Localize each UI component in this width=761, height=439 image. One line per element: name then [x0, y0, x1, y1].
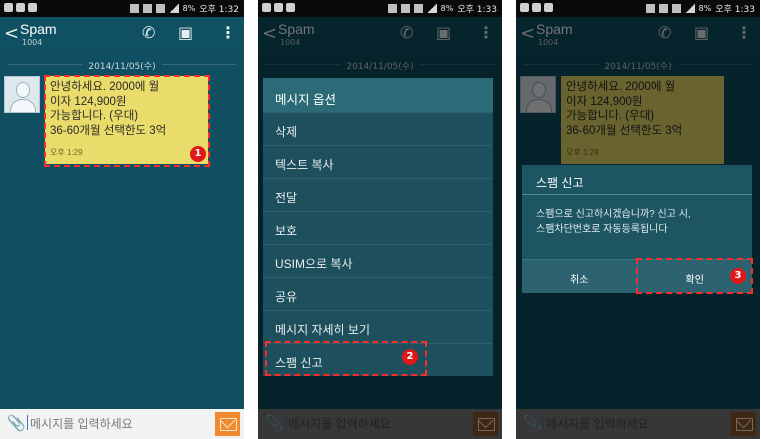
notification-icon [4, 3, 13, 12]
call-icon[interactable]: ✆ [142, 23, 155, 42]
date-divider: 2014/11/05(수) [0, 59, 244, 72]
message-options-menu: 메시지 옵션 삭제 텍스트 복사 전달 보호 USIM으로 복사 공유 메시지 … [263, 78, 493, 376]
dialog-message-line: 스팸차단번호로 자동등록됩니다 [536, 224, 668, 235]
status-bar: 8% 오후 1:33 [516, 0, 760, 17]
image-icon [544, 3, 553, 12]
wifi-icon [413, 4, 423, 13]
menu-item-share[interactable]: 공유 [263, 277, 493, 310]
mute-icon [645, 4, 655, 13]
status-bar: 8% 오후 1:32 [0, 0, 244, 17]
battery-level: 8% [698, 4, 712, 13]
cloud-icon [532, 3, 541, 12]
dialog-message-line: 스팸으로 신고하시겠습니까? 신고 시, [536, 209, 691, 220]
compose-bar: 📎 메시지를 입력하세요 [0, 409, 244, 439]
action-bar: < Spam 1004 ✆ ▣ ⋮ [0, 17, 244, 51]
battery-level: 8% [182, 4, 196, 13]
send-icon[interactable] [215, 412, 240, 436]
battery-level: 8% [440, 4, 454, 13]
alarm-icon [400, 4, 410, 13]
image-icon [286, 3, 295, 12]
mute-icon [387, 4, 397, 13]
status-bar: 8% 오후 1:33 [258, 0, 502, 17]
clock: 오후 1:33 [457, 5, 497, 15]
alarm-icon [142, 4, 152, 13]
phone-screen-step-3: 8% 오후 1:33 < Spam 1004 ✆ ▣ ⋮ 2014/11/05(… [516, 0, 760, 439]
step-badge-1: 1 [190, 146, 206, 162]
phone-screen-step-2: 8% 오후 1:33 < Spam 1004 ✆ ▣ ⋮ 2014/11/05(… [258, 0, 502, 439]
phone-screen-step-1: 8% 오후 1:32 < Spam 1004 ✆ ▣ ⋮ 2014/11/05(… [0, 0, 244, 439]
image-icon [28, 3, 37, 12]
signal-icon [684, 4, 695, 13]
menu-item-forward[interactable]: 전달 [263, 178, 493, 211]
mute-icon [129, 4, 139, 13]
signal-icon [168, 4, 179, 13]
clock: 오후 1:33 [715, 5, 755, 15]
attach-icon[interactable]: 📎 [7, 414, 26, 432]
dialog-title: 스팸 신고 [522, 165, 752, 195]
alarm-icon [658, 4, 668, 13]
step-badge-2: 2 [402, 349, 418, 365]
clock: 오후 1:32 [199, 5, 239, 15]
conversation-title: Spam [20, 21, 57, 37]
menu-item-protect[interactable]: 보호 [263, 211, 493, 244]
cloud-icon [274, 3, 283, 12]
trash-icon[interactable]: ▣ [178, 23, 193, 42]
wifi-icon [155, 4, 165, 13]
back-button[interactable]: < [4, 23, 19, 44]
cancel-button[interactable]: 취소 [522, 260, 638, 293]
notification-icon [520, 3, 529, 12]
signal-icon [426, 4, 437, 13]
menu-item-delete[interactable]: 삭제 [263, 112, 493, 145]
notification-icon [262, 3, 271, 12]
menu-item-copy-to-usim[interactable]: USIM으로 복사 [263, 244, 493, 277]
message-input[interactable]: 메시지를 입력하세요 [27, 415, 133, 432]
menu-item-copy-text[interactable]: 텍스트 복사 [263, 145, 493, 178]
step-badge-3: 3 [730, 268, 746, 284]
dialog-message: 스팸으로 신고하시겠습니까? 신고 시, 스팸차단번호로 자동등록됩니다 [522, 195, 752, 257]
menu-title: 메시지 옵션 [263, 78, 493, 112]
avatar[interactable] [4, 76, 40, 113]
conversation-number: 1004 [22, 38, 43, 47]
highlight-step-1 [44, 75, 210, 167]
more-options-icon[interactable]: ⋮ [220, 23, 236, 42]
menu-item-view-details[interactable]: 메시지 자세히 보기 [263, 310, 493, 343]
wifi-icon [671, 4, 681, 13]
cloud-icon [16, 3, 25, 12]
